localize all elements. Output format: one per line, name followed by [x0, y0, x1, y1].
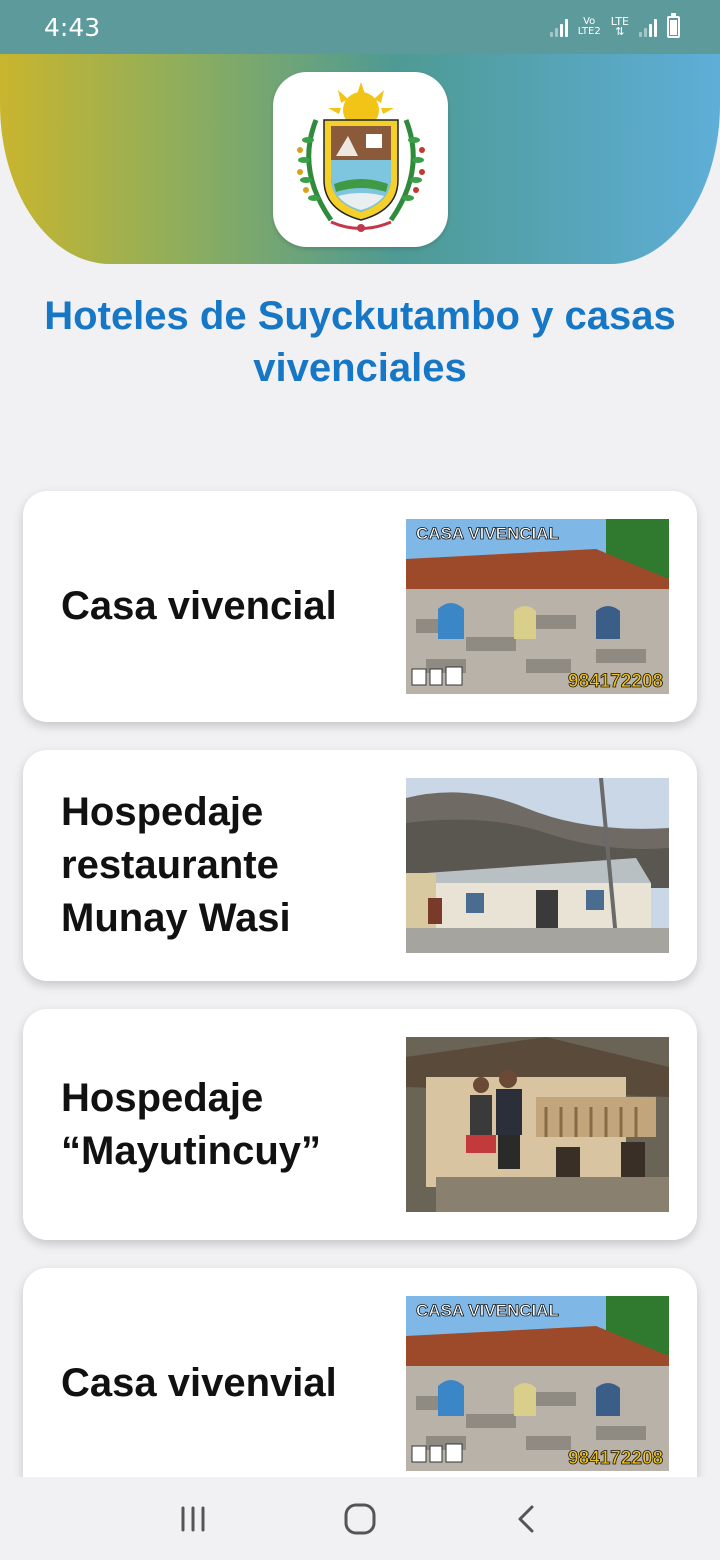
navigation-bar [0, 1477, 720, 1560]
back-icon[interactable] [497, 1489, 557, 1549]
munay-wasi-photo [406, 778, 669, 953]
casa-vivencial-photo: CASA VIVENCIAL 984172208 [406, 1296, 669, 1471]
lte-icon: LTE ⇅ [610, 15, 629, 38]
recents-icon[interactable] [163, 1489, 223, 1549]
item-title: Hospedaje “Mayutincuy” [61, 1075, 322, 1173]
list-item[interactable]: Casa vivencial CASA VIVENCIAL 984172208 [23, 491, 697, 722]
status-icons: Vo LTE2 LTE ⇅ [549, 13, 680, 38]
status-time: 4:43 [44, 12, 101, 42]
coat-of-arms-logo [273, 72, 448, 247]
item-title: Casa vivencial [61, 584, 337, 628]
signal-icon [549, 17, 568, 37]
volte-icon: Vo LTE2 [577, 16, 601, 37]
list-item[interactable]: Hospedaje restaurante Munay Wasi [23, 750, 697, 981]
battery-icon [667, 13, 680, 38]
page-title: Hoteles de Suyckutambo y casas vivencial… [44, 294, 676, 390]
svg-text:CASA VIVENCIAL: CASA VIVENCIAL [416, 1301, 559, 1320]
svg-text:984172208: 984172208 [568, 1448, 663, 1469]
mayutincuy-photo [406, 1037, 669, 1212]
status-bar: 4:43 Vo LTE2 LTE ⇅ [0, 0, 720, 54]
list-item[interactable]: Casa vivenvial CASA VIVENCIAL 984172208 [23, 1268, 697, 1499]
svg-text:CASA VIVENCIAL: CASA VIVENCIAL [416, 524, 559, 543]
svg-text:984172208: 984172208 [568, 671, 663, 692]
item-title: Casa vivenvial [61, 1361, 337, 1405]
casa-vivencial-photo: CASA VIVENCIAL 984172208 [406, 519, 669, 694]
item-title: Hospedaje restaurante Munay Wasi [61, 790, 291, 940]
list-item[interactable]: Hospedaje “Mayutincuy” [23, 1009, 697, 1240]
home-icon[interactable] [330, 1489, 390, 1549]
signal-icon [639, 17, 657, 37]
